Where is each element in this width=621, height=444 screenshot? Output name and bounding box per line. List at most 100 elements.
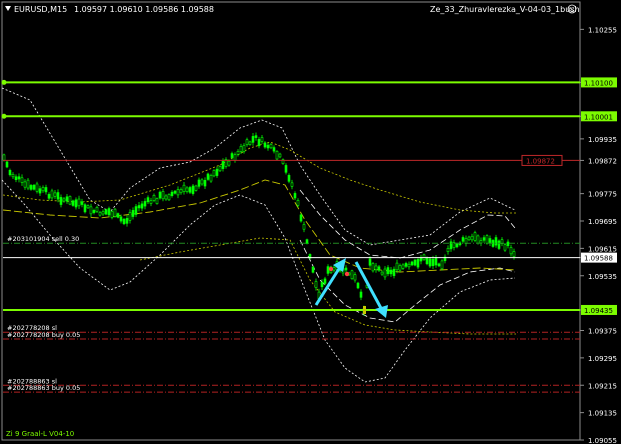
candle-body <box>293 193 297 199</box>
candle-body <box>71 200 75 206</box>
candle-body <box>143 201 147 207</box>
candle-body <box>383 268 387 278</box>
candle-body <box>167 194 171 201</box>
candle-body <box>239 146 243 152</box>
candle-body <box>23 181 27 188</box>
candle-body <box>395 262 399 271</box>
candle-body <box>122 218 126 225</box>
candle-body <box>50 190 54 199</box>
candle-body <box>332 267 336 271</box>
price-badge-label: 1.09435 <box>584 307 613 315</box>
candle-body <box>242 145 246 152</box>
candle-body <box>440 260 444 270</box>
price-scale[interactable]: 1.10255 1.10100 1.10001 1.09935 1.09872 1.097… <box>580 26 617 444</box>
order-label: #202778208 buy 0.05 <box>7 331 80 339</box>
candle-body <box>185 187 189 192</box>
candle-body <box>269 144 273 149</box>
candle-body <box>434 257 438 266</box>
symbol-timeframe: EURUSD,M15 <box>14 5 67 14</box>
candle-body <box>254 135 258 138</box>
candle-body <box>203 180 207 187</box>
candle-body <box>272 147 276 152</box>
scale-tick-label: 1.09375 <box>588 328 617 336</box>
candle-body <box>233 154 237 161</box>
candle-body <box>407 263 411 268</box>
level-handle[interactable] <box>1 79 7 85</box>
candle-body <box>29 185 33 190</box>
scale-tick-label: 1.09135 <box>588 410 617 418</box>
candle-body <box>146 197 150 203</box>
candle-body <box>368 258 372 266</box>
candle-body <box>410 261 414 266</box>
candle-body <box>104 209 108 215</box>
candle-body <box>260 137 264 142</box>
candle-body <box>320 282 324 288</box>
candle-body <box>218 166 222 172</box>
candle-body <box>314 281 318 288</box>
scale-tick-label: 1.09872 <box>588 157 617 165</box>
candle-body <box>296 200 300 206</box>
candle-body <box>74 199 78 208</box>
candle-body <box>506 241 510 247</box>
scale-tick-label: 1.09775 <box>588 191 617 199</box>
candle-body <box>455 243 459 248</box>
candle-body <box>374 265 378 271</box>
candle-body <box>350 270 354 280</box>
candle-body <box>494 237 498 246</box>
candle-body <box>128 212 132 221</box>
candle-body <box>248 141 252 145</box>
level-handle[interactable] <box>1 113 7 119</box>
candle-body <box>425 257 429 265</box>
price-badge-label: 1.10100 <box>584 79 613 87</box>
candle-body <box>8 170 12 176</box>
candle-body <box>287 175 291 182</box>
candle-body <box>38 188 42 194</box>
chart-frame <box>1 1 581 441</box>
candle-body <box>200 179 204 185</box>
scale-tick-label: 1.09055 <box>588 437 617 444</box>
candle-body <box>32 184 36 190</box>
candle-body <box>179 189 183 194</box>
candle-body <box>26 179 30 189</box>
scale-tick-label: 1.09535 <box>588 273 617 281</box>
candle-body <box>380 271 384 275</box>
candle-body <box>137 205 141 209</box>
candle-body <box>323 278 327 284</box>
candle-body <box>5 161 9 168</box>
candle-body <box>431 258 435 267</box>
price-chart[interactable]: EURUSD,M15 1.09597 1.09610 1.09586 1.095… <box>0 0 621 444</box>
candle-body <box>176 189 180 196</box>
candle-body <box>206 173 210 180</box>
candle-body <box>2 154 6 161</box>
candle-body <box>65 196 69 202</box>
candle-body <box>14 176 18 181</box>
candle-body <box>302 224 306 230</box>
candle-body <box>275 151 279 160</box>
candle-body <box>53 192 57 197</box>
candle-body <box>44 187 48 193</box>
candle-body <box>170 191 174 196</box>
candle-body <box>473 232 477 241</box>
candle-body <box>467 236 471 241</box>
candle-body <box>509 247 513 255</box>
candle-body <box>131 210 135 217</box>
candle-body <box>173 190 177 194</box>
candle-body <box>149 200 153 204</box>
candle-body <box>344 267 348 271</box>
candle-body <box>197 179 201 187</box>
candle-body <box>371 263 375 272</box>
candle-body <box>446 248 450 252</box>
candle-body <box>497 240 501 249</box>
candle-body <box>437 263 441 267</box>
candle-body <box>413 259 417 266</box>
candle-body <box>305 239 309 244</box>
candle-body <box>311 266 315 273</box>
candle-body <box>134 206 138 215</box>
candle-body <box>353 274 357 281</box>
candle-body <box>116 213 120 218</box>
candle-body <box>419 257 423 262</box>
candle-body <box>140 203 144 209</box>
candle-body <box>326 266 330 274</box>
candle-body <box>488 238 492 244</box>
candle-body <box>56 192 60 200</box>
